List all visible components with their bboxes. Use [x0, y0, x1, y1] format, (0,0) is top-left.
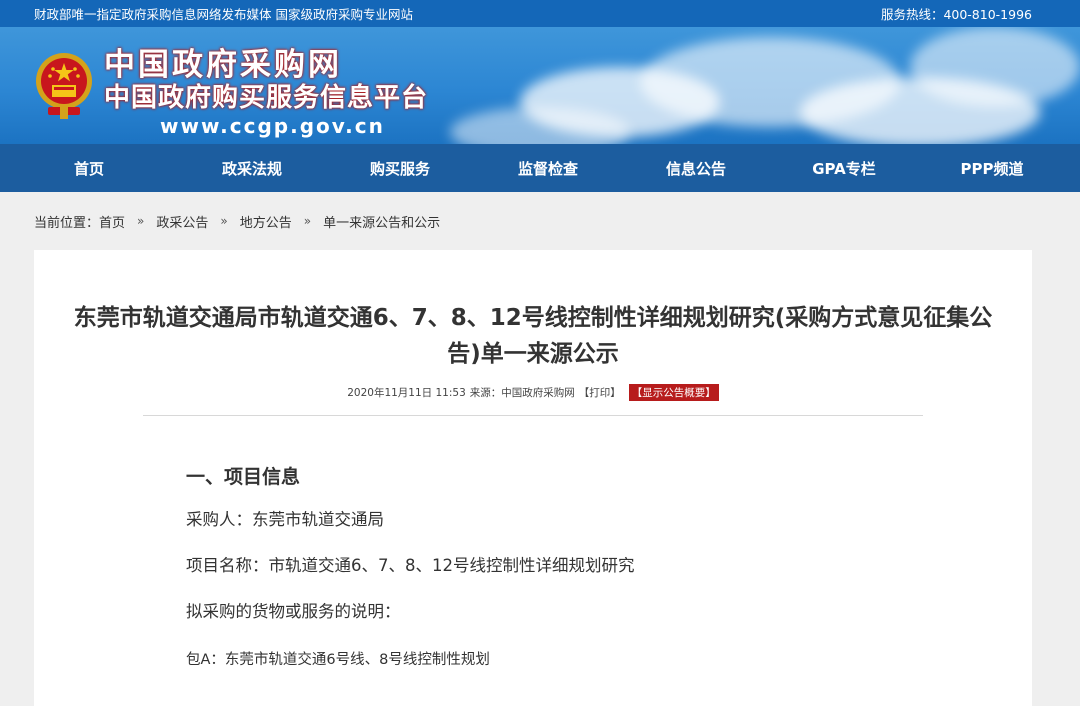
service-hotline: 服务热线：400-810-1996 [880, 7, 1032, 22]
site-name: 中国政府采购网 [104, 47, 342, 83]
divider [143, 415, 923, 416]
nav-item-gpa[interactable]: GPA专栏 [770, 158, 918, 179]
national-emblem-icon [36, 53, 92, 119]
show-summary-button[interactable]: 【显示公告概要】 [628, 384, 719, 401]
top-info-bar: 财政部唯一指定政府采购信息网络发布媒体 国家级政府采购专业网站 服务热线：400… [0, 0, 1080, 27]
site-subtitle: 中国政府购买服务信息平台 [104, 83, 429, 113]
main-nav: 首页 政采法规 购买服务 监督检查 信息公告 GPA专栏 PPP频道 [0, 144, 1080, 192]
article-panel: 东莞市轨道交通局市轨道交通6、7、8、12号线控制性详细规划研究(采购方式意见征… [34, 250, 1032, 706]
article-source: 来源：中国政府采购网 [469, 387, 575, 399]
nav-item-announcements[interactable]: 信息公告 [622, 158, 770, 179]
nav-item-regulations[interactable]: 政采法规 [178, 158, 326, 179]
breadcrumb-local-announcements[interactable]: 地方公告 [240, 212, 292, 231]
breadcrumb-label: 当前位置： [34, 215, 100, 231]
article-title: 东莞市轨道交通局市轨道交通6、7、8、12号线控制性详细规划研究(采购方式意见征… [73, 305, 993, 367]
article-meta: 2020年11月11日 11:53 来源：中国政府采购网 【打印】 【显示公告概… [34, 384, 1032, 401]
site-banner: 中国政府采购网 中国政府购买服务信息平台 www.ccgp.gov.cn [0, 27, 1080, 144]
goods-description-line: 拟采购的货物或服务的说明： [186, 602, 401, 621]
breadcrumb-announcements[interactable]: 政采公告 [156, 212, 208, 231]
nav-item-purchase-services[interactable]: 购买服务 [326, 158, 474, 179]
site-url: www.ccgp.gov.cn [160, 114, 385, 138]
breadcrumb-home[interactable]: 首页 [99, 212, 125, 231]
breadcrumb-single-source[interactable]: 单一来源公告和公示 [323, 212, 440, 231]
section-title: 一、项目信息 [186, 466, 301, 488]
purchaser-line: 采购人：东莞市轨道交通局 [186, 510, 384, 529]
print-link[interactable]: 【打印】 [579, 385, 621, 400]
breadcrumb-separator: » [137, 214, 145, 228]
nav-item-ppp[interactable]: PPP频道 [918, 158, 1066, 179]
project-name-line: 项目名称：市轨道交通6、7、8、12号线控制性详细规划研究 [186, 556, 635, 575]
breadcrumb-separator: » [303, 214, 312, 228]
nav-item-home[interactable]: 首页 [0, 158, 178, 179]
breadcrumb-separator: » [220, 214, 228, 228]
nav-item-supervision[interactable]: 监督检查 [474, 158, 622, 179]
article-body: 一、项目信息 采购人：东莞市轨道交通局 项目名称：市轨道交通6、7、8、12号线… [34, 462, 1032, 669]
topbar-slogan: 财政部唯一指定政府采购信息网络发布媒体 国家级政府采购专业网站 [34, 7, 413, 22]
breadcrumb: 当前位置： 首页 » 政采公告 » 地方公告 » 单一来源公告和公示 [0, 192, 1080, 250]
package-a-line: 包A：东莞市轨道交通6号线、8号线控制性规划 [186, 652, 490, 668]
publish-date: 2020年11月11日 11:53 [347, 387, 466, 399]
